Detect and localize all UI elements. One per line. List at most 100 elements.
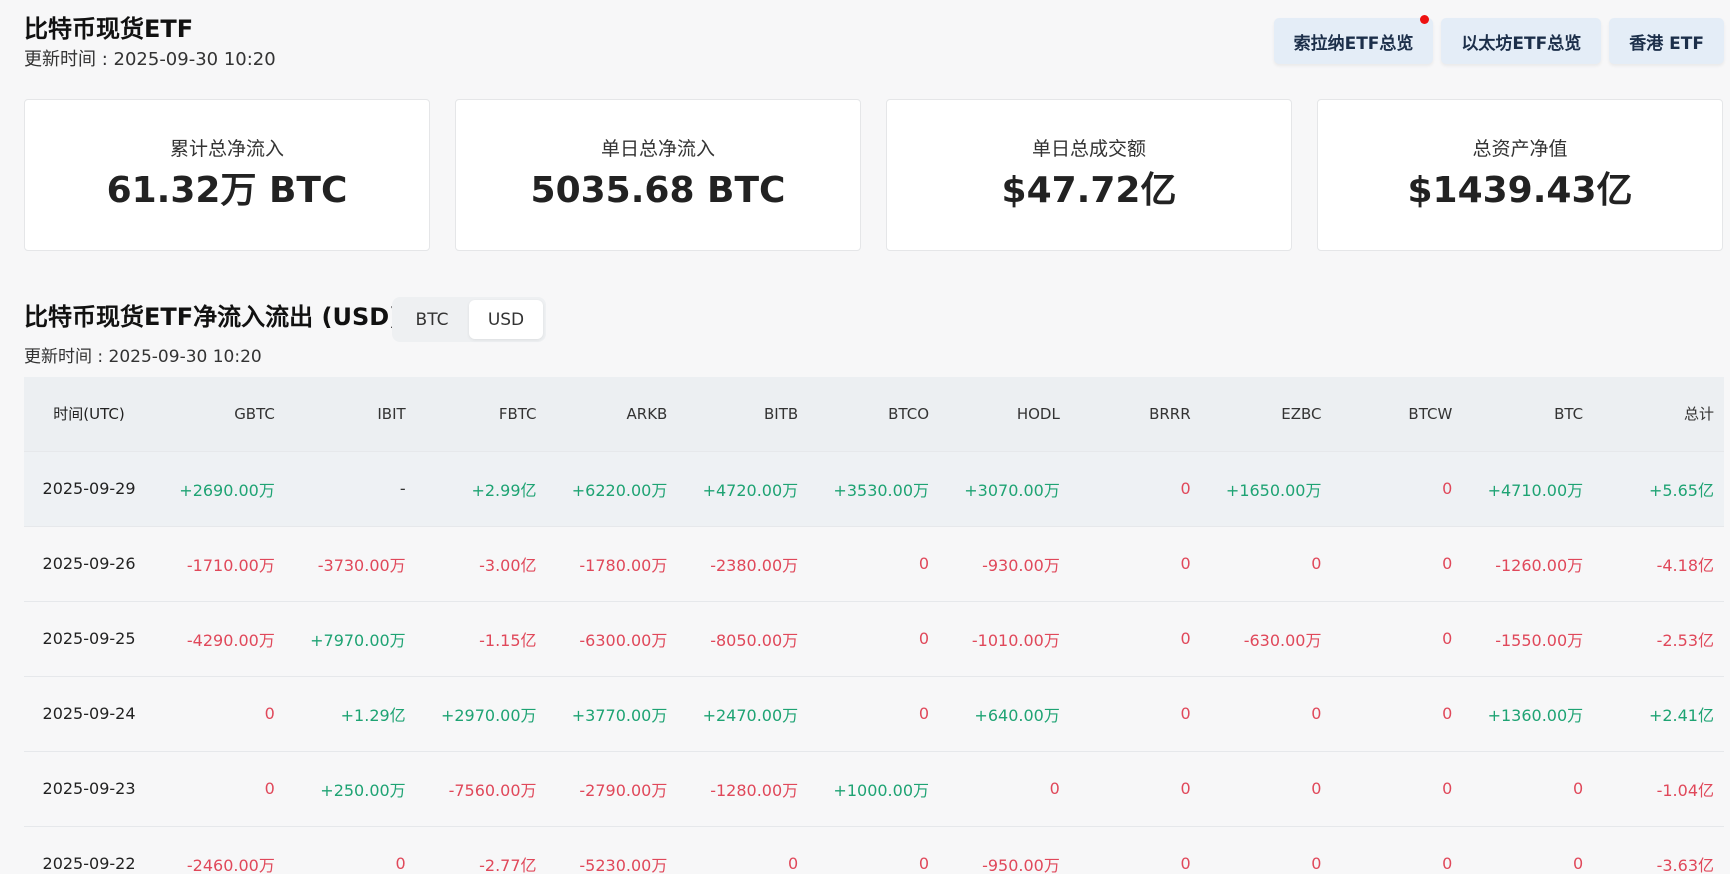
flow-value-btc: -1550.00万 bbox=[1495, 630, 1584, 650]
flow-value-ezbc: -630.00万 bbox=[1243, 630, 1322, 650]
flow-value-btco: 0 bbox=[918, 554, 929, 573]
table-row: 2025-09-24 0 +1.29亿 +2970.00万 +3770.00万 +2470… bbox=[24, 676, 1724, 751]
column-header-btc: BTC bbox=[1554, 404, 1584, 423]
flow-value-ibit: -3730.00万 bbox=[317, 555, 406, 575]
flow-value-gbtc: -1710.00万 bbox=[186, 555, 275, 575]
flow-value-btcw: 0 bbox=[1442, 704, 1453, 723]
column-header-ezbc: EZBC bbox=[1281, 404, 1322, 423]
flow-value-ibit: 0 bbox=[395, 854, 406, 874]
flow-value-bitb: -2380.00万 bbox=[710, 555, 799, 575]
card-value: $1439.43亿 bbox=[1407, 170, 1633, 211]
table-row: 2025-09-25 -4290.00万 +7970.00万 -1.15亿 -6300.… bbox=[24, 601, 1724, 676]
header: 比特币现货ETF 更新时间 : 2025-09-30 10:20 bbox=[24, 14, 276, 72]
flow-value-brrr: 0 bbox=[1180, 479, 1191, 498]
column-header-brrr: BRRR bbox=[1149, 404, 1191, 423]
flow-update-time: 更新时间 : 2025-09-30 10:20 bbox=[24, 347, 262, 367]
row-date: 2025-09-23 bbox=[42, 779, 136, 798]
column-header-hodl: HODL bbox=[1016, 404, 1060, 423]
flow-value-ibit: +7970.00万 bbox=[310, 630, 406, 650]
card-value: $47.72亿 bbox=[1001, 170, 1177, 211]
table-row: 2025-09-29 +2690.00万 - +2.99亿 +6220.00万 +4720… bbox=[24, 451, 1724, 526]
column-header-fbtc: FBTC bbox=[498, 404, 537, 423]
toggle-usd[interactable]: USD bbox=[469, 300, 543, 339]
flow-value-ezbc: 0 bbox=[1311, 554, 1322, 573]
flow-value-总计: -1.04亿 bbox=[1656, 780, 1714, 800]
card-label: 总资产净值 bbox=[1472, 138, 1568, 160]
flow-value-总计: +5.65亿 bbox=[1648, 480, 1714, 500]
hongkong-etf-label: 香港 ETF bbox=[1629, 33, 1704, 54]
flow-value-arkb: -2790.00万 bbox=[579, 780, 668, 800]
summary-cards: 累计总净流入 61.32万 BTC 单日总净流入 5035.68 BTC 单日总… bbox=[24, 99, 1723, 251]
flow-value-bitb: -1280.00万 bbox=[710, 780, 799, 800]
flow-value-ezbc: 0 bbox=[1311, 854, 1322, 874]
notification-dot bbox=[1420, 15, 1430, 24]
table-row: 2025-09-22 -2460.00万 0 -2.77亿 -5230.00万 0 0 -95… bbox=[24, 826, 1724, 874]
flow-value-fbtc: -1.15亿 bbox=[479, 630, 537, 650]
card-value: 5035.68 BTC bbox=[530, 170, 786, 211]
flow-value-btc: 0 bbox=[1572, 779, 1584, 798]
flow-value-btco: +3530.00万 bbox=[833, 480, 929, 500]
table-row: 2025-09-23 0 +250.00万 -7560.00万 -2790.00万 -12… bbox=[24, 751, 1724, 826]
flow-value-btc: +1360.00万 bbox=[1487, 705, 1584, 725]
flow-value-hodl: -1010.00万 bbox=[971, 630, 1060, 650]
flow-value-ibit: - bbox=[399, 479, 406, 498]
card-label: 单日总净流入 bbox=[600, 138, 715, 160]
flow-value-gbtc: 0 bbox=[264, 779, 275, 798]
toggle-btc[interactable]: BTC bbox=[395, 300, 469, 339]
flow-value-arkb: -1780.00万 bbox=[579, 555, 668, 575]
flow-value-bitb: +4720.00万 bbox=[702, 480, 799, 500]
flow-value-arkb: +3770.00万 bbox=[571, 705, 668, 725]
solana-etf-overview-button[interactable]: 索拉纳ETF总览 bbox=[1273, 15, 1434, 64]
flow-value-arkb: -6300.00万 bbox=[579, 630, 668, 650]
flow-value-btco: 0 bbox=[918, 629, 929, 648]
flow-value-btco: +1000.00万 bbox=[833, 780, 929, 800]
flow-value-hodl: +640.00万 bbox=[974, 705, 1060, 725]
column-header-ibit: IBIT bbox=[377, 404, 406, 423]
page-title: 比特币现货ETF bbox=[24, 15, 194, 43]
table-row: 2025-09-26 -1710.00万 -3730.00万 -3.00亿 -1780.… bbox=[24, 526, 1724, 601]
flow-table-container: 时间(UTC) GBTC IBIT FBTC ARKB BITB BTCO HODL BRRR E… bbox=[24, 377, 1724, 874]
table-header-row: 时间(UTC) GBTC IBIT FBTC ARKB BITB BTCO HODL BRRR E… bbox=[24, 377, 1724, 451]
flow-value-gbtc: -2460.00万 bbox=[186, 855, 275, 874]
ethereum-etf-overview-button[interactable]: 以太坊ETF总览 bbox=[1441, 18, 1602, 64]
flow-value-fbtc: +2.99亿 bbox=[471, 480, 537, 500]
top-buttons: 索拉纳ETF总览 以太坊ETF总览 香港 ETF bbox=[1273, 15, 1724, 64]
card-value: 61.32万 BTC bbox=[106, 170, 348, 211]
flow-value-fbtc: -2.77亿 bbox=[479, 855, 537, 874]
flow-value-brrr: 0 bbox=[1180, 554, 1191, 573]
flow-value-btc: 0 bbox=[1572, 854, 1584, 874]
table-body: 2025-09-29 +2690.00万 - +2.99亿 +6220.00万 +4720… bbox=[24, 451, 1724, 874]
flow-value-hodl: -930.00万 bbox=[982, 555, 1060, 575]
flow-value-fbtc: -3.00亿 bbox=[479, 555, 537, 575]
flow-section-title: 比特币现货ETF净流入流出 (USD) bbox=[24, 303, 401, 331]
flow-value-ezbc: 0 bbox=[1311, 704, 1322, 723]
flow-value-brrr: 0 bbox=[1180, 854, 1191, 874]
card-daily-volume: 单日总成交额 $47.72亿 bbox=[886, 99, 1292, 251]
hongkong-etf-button[interactable]: 香港 ETF bbox=[1609, 18, 1724, 64]
flow-value-gbtc: +2690.00万 bbox=[179, 480, 275, 500]
flow-value-总计: -4.18亿 bbox=[1656, 555, 1714, 575]
flow-value-btcw: 0 bbox=[1442, 629, 1453, 648]
flow-value-brrr: 0 bbox=[1180, 779, 1191, 798]
row-date: 2025-09-22 bbox=[42, 854, 136, 874]
card-cumulative-net-inflow: 累计总净流入 61.32万 BTC bbox=[24, 99, 430, 251]
card-label: 累计总净流入 bbox=[169, 138, 284, 160]
flow-value-arkb: -5230.00万 bbox=[579, 855, 668, 874]
flow-value-fbtc: -7560.00万 bbox=[448, 780, 537, 800]
row-date: 2025-09-24 bbox=[42, 704, 136, 723]
column-header-date: 时间(UTC) bbox=[53, 405, 125, 424]
flow-value-ibit: +250.00万 bbox=[320, 780, 406, 800]
flow-value-btcw: 0 bbox=[1442, 779, 1453, 798]
flow-value-arkb: +6220.00万 bbox=[571, 480, 668, 500]
flow-value-ezbc: 0 bbox=[1311, 779, 1322, 798]
flow-value-btcw: 0 bbox=[1442, 854, 1453, 874]
flow-value-btc: +4710.00万 bbox=[1487, 480, 1584, 500]
flow-value-btco: 0 bbox=[918, 704, 929, 723]
flow-value-brrr: 0 bbox=[1180, 629, 1191, 648]
flow-value-brrr: 0 bbox=[1180, 704, 1191, 723]
unit-toggle: BTC USD bbox=[392, 297, 546, 342]
flow-value-hodl: -950.00万 bbox=[982, 855, 1060, 874]
column-header-gbtc: GBTC bbox=[234, 404, 275, 423]
flow-value-btco: 0 bbox=[918, 854, 929, 874]
flow-value-bitb: +2470.00万 bbox=[702, 705, 799, 725]
